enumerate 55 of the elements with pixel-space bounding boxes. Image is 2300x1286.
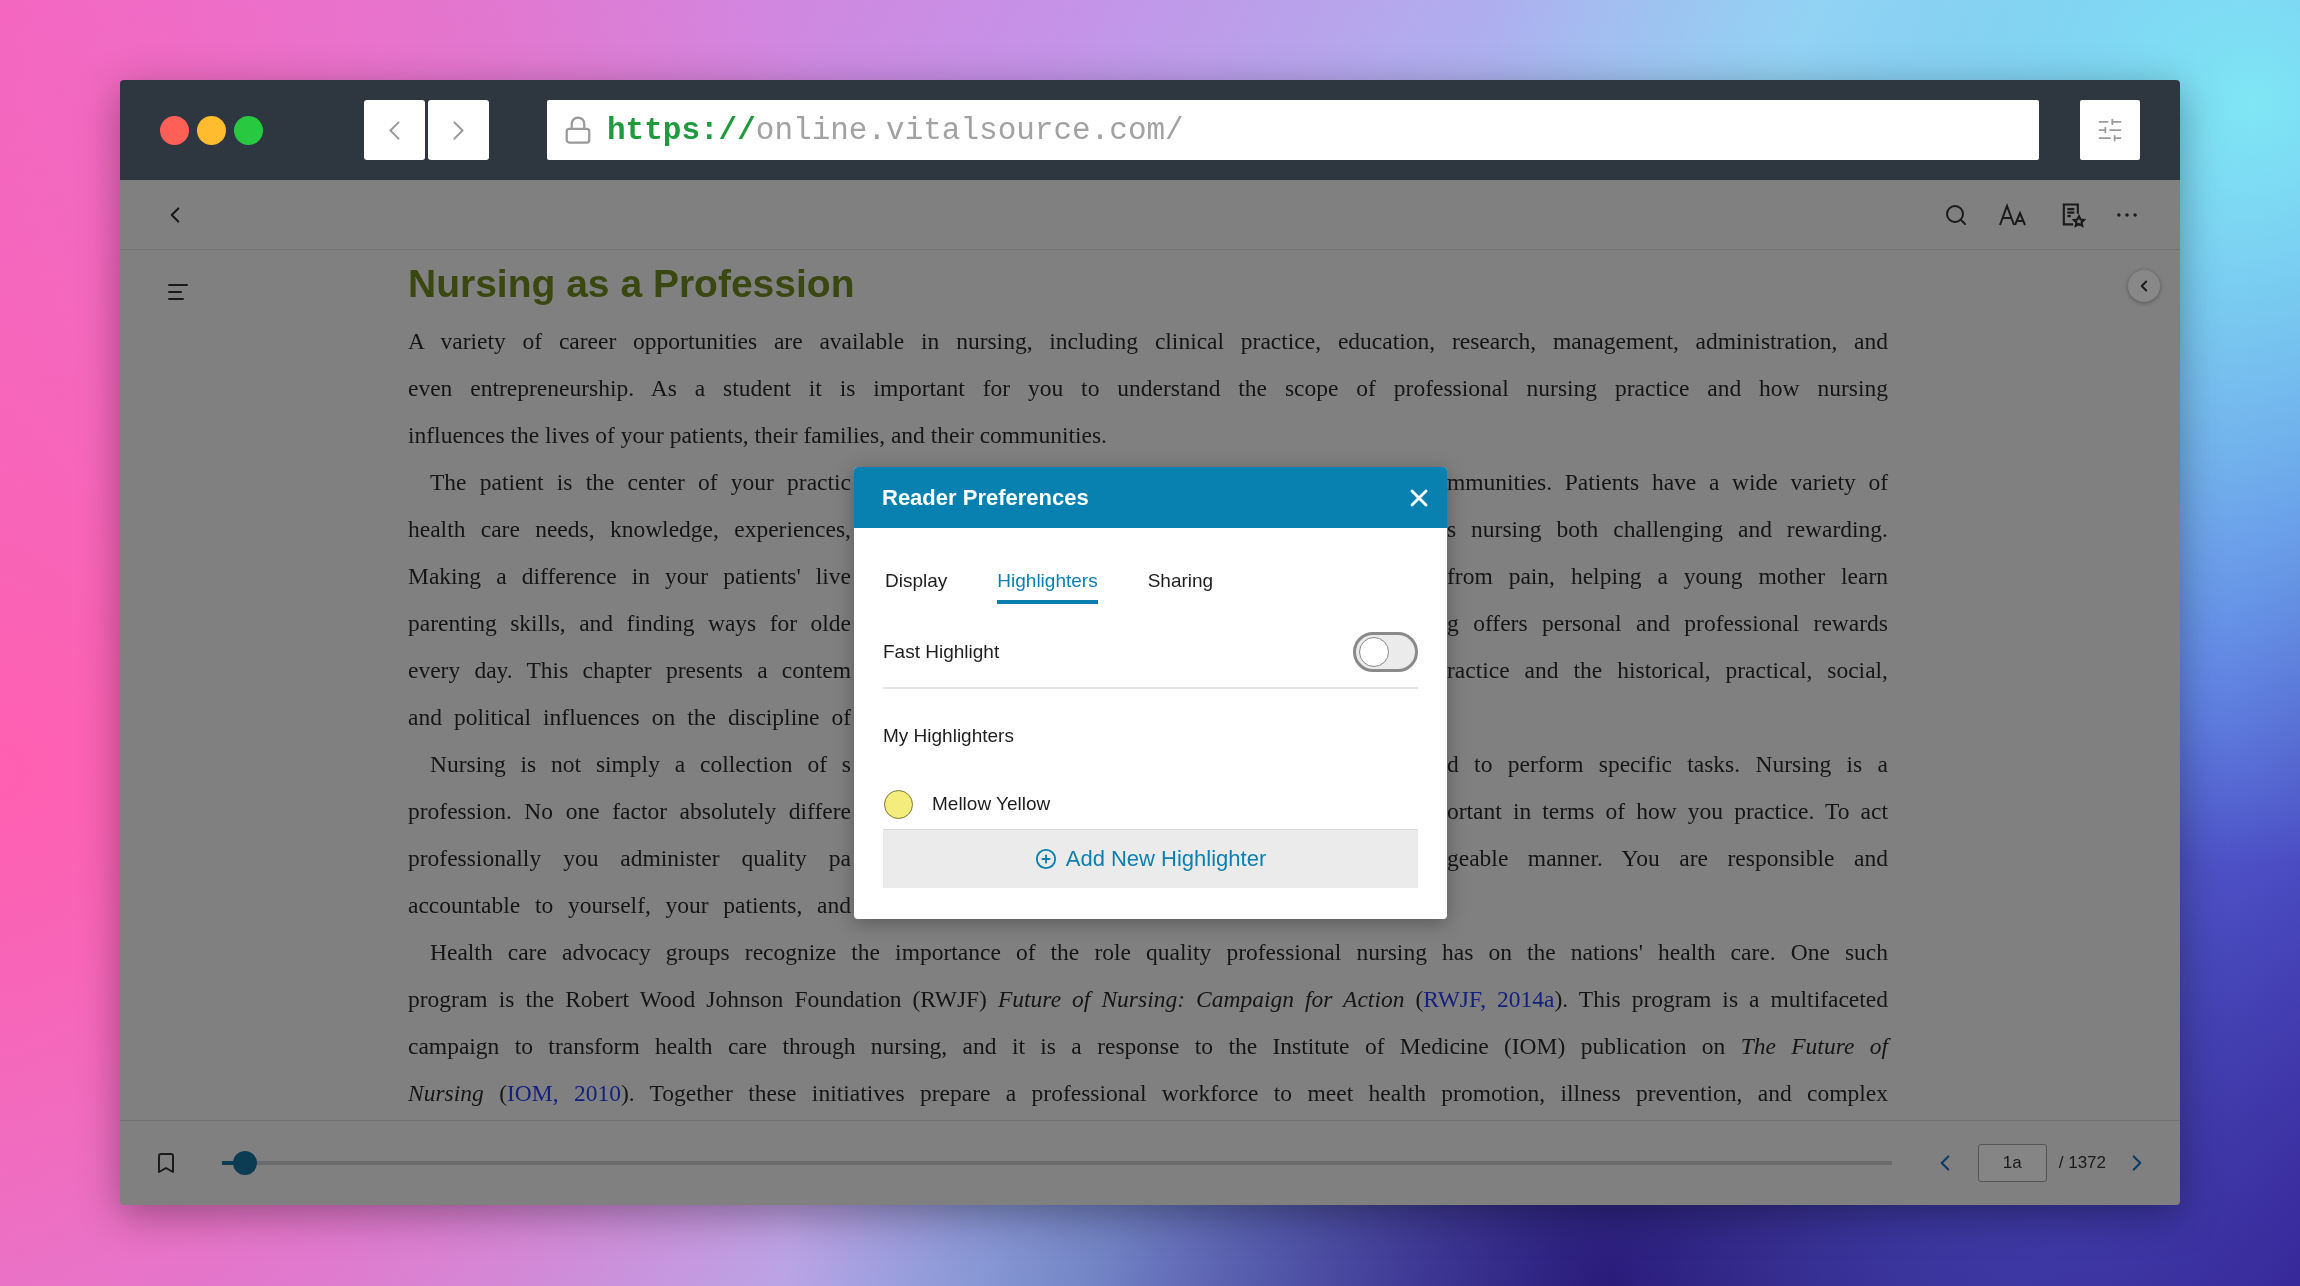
paragraph-text: campaign to transform health care through nursing, and it is a response to the Institute of Medicine (IOM) publication on The Future of xyxy=(408,1023,1892,1070)
paragraph-text: professionally you administer quality pa xyxy=(408,844,852,873)
paragraph-text: program is the Robert Wood Johnson Foundation (RWJF) Future of Nursing: Campaign for Action (RWJF, 2014a). This program is a multifaceted xyxy=(408,985,1889,1014)
paragraph-text: Health care advocacy groups recognize the importance of the role quality professional nursing has on the nations' health care. One such xyxy=(429,938,1889,967)
setting-label: Fast Highlight xyxy=(883,641,1000,663)
paragraph-text: d to perform specific tasks. Nursing is a xyxy=(1447,750,1889,779)
paragraph-text: ractice and the historical, practical, social, xyxy=(1447,656,1889,685)
minimize-window-icon[interactable] xyxy=(197,115,226,145)
page-total: / 1372 xyxy=(2058,1153,2106,1173)
toggle-switch[interactable] xyxy=(1353,632,1418,672)
paragraph-text: mmunities. Patients have a wide variety of xyxy=(1447,468,1889,497)
slider-thumb[interactable] xyxy=(233,1151,258,1175)
paragraph-text: profession. No one factor absolutely differe xyxy=(408,797,852,826)
tab[interactable]: Highlighters xyxy=(997,570,1098,604)
paragraph-text: s nursing both challenging and rewarding. xyxy=(1447,515,1889,544)
lock-icon xyxy=(563,115,593,145)
address-field[interactable]: https://online.vitalsource.com/ xyxy=(547,100,2039,160)
search-icon xyxy=(1944,202,1968,227)
maximize-window-icon[interactable] xyxy=(234,115,263,145)
add-highlighter-button[interactable]: Add New Highlighter xyxy=(883,830,1418,888)
close-window-icon[interactable] xyxy=(160,115,189,145)
highlighter-name: Mellow Yellow xyxy=(932,793,1051,815)
plus-icon xyxy=(1034,848,1057,870)
collapse-panel-button[interactable] xyxy=(2128,270,2160,302)
settings-icon xyxy=(2096,116,2124,144)
tab[interactable]: Display xyxy=(885,570,948,604)
paragraph-text: even entrepreneurship. As a student it is important for you to understand the scope of professional nursing practice and how nursing xyxy=(408,374,1889,403)
paragraph-text: parenting skills, and finding ways for olde xyxy=(408,609,852,638)
paragraph-text: A variety of career opportunities are available in nursing, including clinical practice, education, research, management, administration, and xyxy=(408,327,1889,356)
settings-button[interactable] xyxy=(2080,100,2140,160)
tab[interactable]: Sharing xyxy=(1147,570,1214,604)
more-icon xyxy=(2116,211,2138,218)
paragraph-text: ortant in terms of how you practice. To act xyxy=(1447,797,1889,826)
citation-link[interactable]: IOM, 2010 xyxy=(507,1080,621,1106)
dialog-title: Reader Preferences xyxy=(882,484,1089,511)
paragraph-text: influences the lives of your patients, their families, and their communities. xyxy=(408,421,1108,450)
paragraph-text: Making a difference in your patients' live xyxy=(408,562,852,591)
paragraph-text: from pain, helping a young mother learn xyxy=(1447,562,1889,591)
chevron-right-icon xyxy=(453,120,464,140)
paragraph-text: health care needs, knowledge, experiences, xyxy=(408,515,852,544)
paragraph-text: accountable to yourself, your patients, and xyxy=(408,891,852,920)
paragraph-text: Nursing (IOM, 2010). Together these initiatives prepare a professional workforce to meet health promotion, illness prevention, and complex xyxy=(408,1079,1889,1108)
chevron-left-icon xyxy=(389,120,400,140)
paragraph-text: and political influences on the discipline of xyxy=(408,703,852,732)
section-title: My Highlighters xyxy=(883,725,1015,747)
font-size-icon xyxy=(1998,201,2028,228)
paragraph-text: g offers personal and professional rewards xyxy=(1447,609,1889,638)
paragraph-text: Nursing is not simply a collection of s xyxy=(429,750,852,779)
page-input[interactable]: 1a xyxy=(1977,1144,2047,1182)
paragraph-text: geable manner. You are responsible and xyxy=(1447,844,1889,873)
chapter-title: Nursing as a Profession xyxy=(408,261,856,307)
paragraph-text: The patient is the center of your practic xyxy=(429,468,852,497)
url-text: https://online.vitalsource.com/ xyxy=(607,112,1184,148)
paragraph-text: every day. This chapter presents a contem xyxy=(408,656,852,685)
citation-link[interactable]: RWJF, 2014a xyxy=(1423,986,1555,1012)
